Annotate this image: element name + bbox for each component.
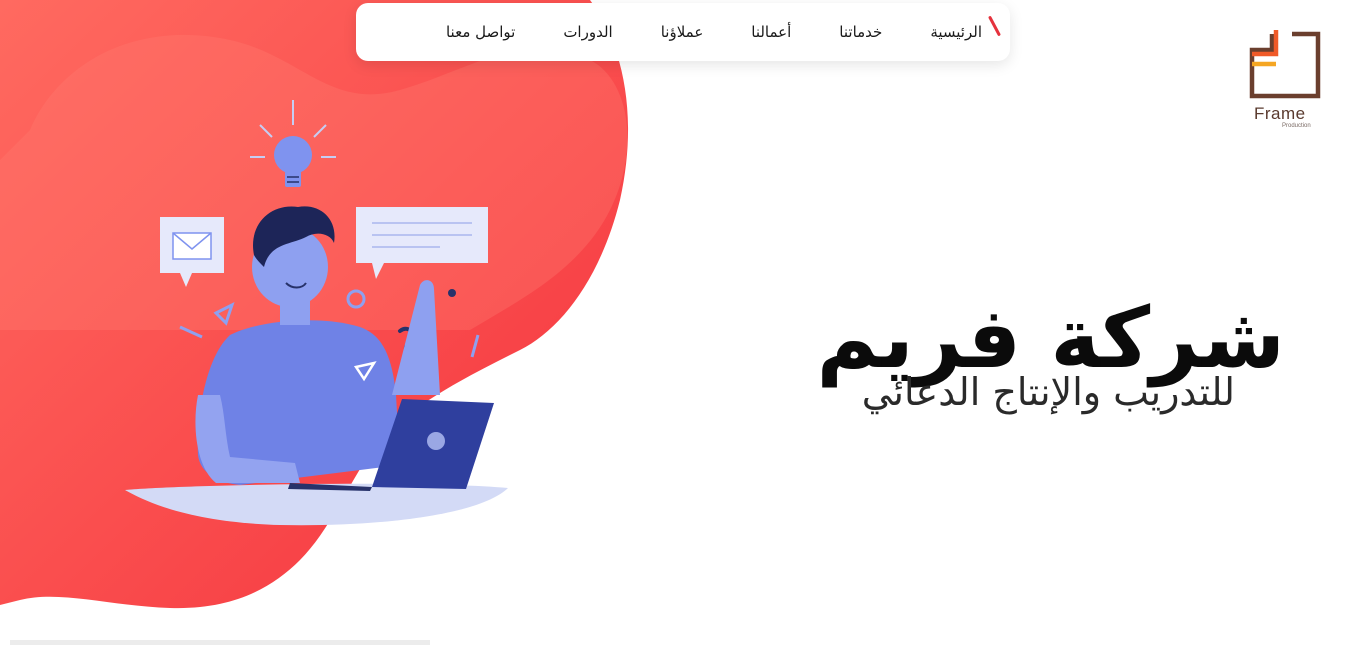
envelope-icon xyxy=(160,217,224,287)
nav-item-contact[interactable]: تواصل معنا xyxy=(446,23,515,41)
lightbulb-icon xyxy=(250,100,336,187)
logo-subtext: Production xyxy=(1282,123,1311,129)
main-navigation: الرئيسية خدماتنا أعمالنا عملاؤنا الدورات… xyxy=(356,3,1010,61)
hero-illustration xyxy=(125,100,508,526)
nav-item-works[interactable]: أعمالنا xyxy=(751,23,791,41)
nav-item-services[interactable]: خدماتنا xyxy=(839,23,882,41)
chat-bubble-icon xyxy=(356,207,488,279)
logo-name: Frame xyxy=(1254,104,1306,123)
nav-item-courses[interactable]: الدورات xyxy=(563,23,612,41)
nav-item-clients[interactable]: عملاؤنا xyxy=(661,23,704,41)
hero-subtitle: للتدريب والإنتاج الدعائي xyxy=(861,370,1235,414)
scroll-divider xyxy=(10,640,430,645)
nav-item-home[interactable]: الرئيسية xyxy=(930,23,982,41)
